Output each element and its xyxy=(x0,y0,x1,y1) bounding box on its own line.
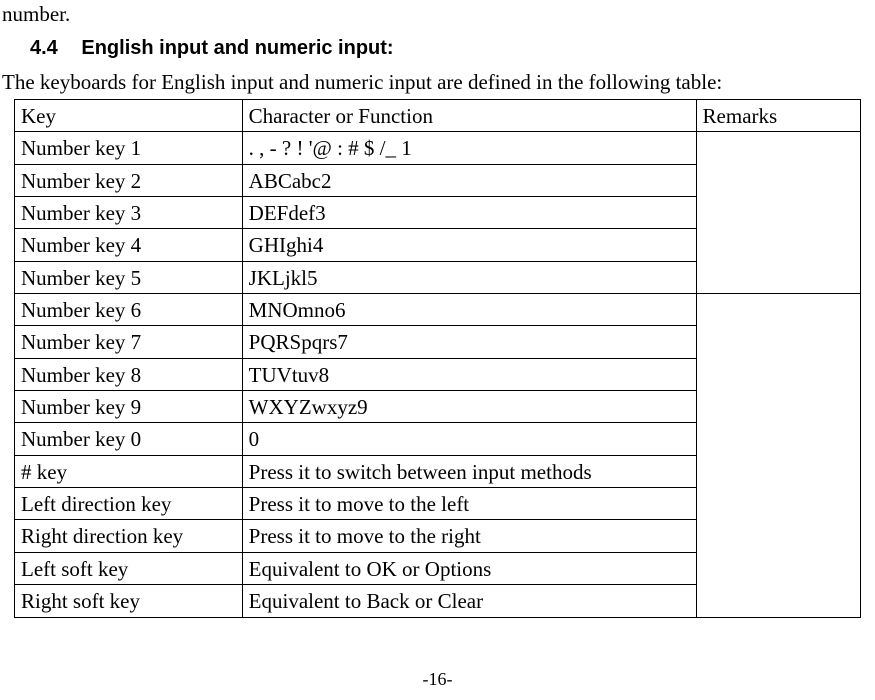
cell-key: # key xyxy=(15,455,243,487)
cell-char: DEFdef3 xyxy=(242,197,696,229)
previous-line-fragment: number. xyxy=(2,2,875,27)
cell-char: TUVtuv8 xyxy=(242,358,696,390)
table-row: Number key 6 MNOmno6 xyxy=(15,294,861,326)
cell-key: Number key 8 xyxy=(15,358,243,390)
cell-char: Press it to switch between input methods xyxy=(242,455,696,487)
cell-remarks-group1 xyxy=(696,132,860,294)
section-title: English input and numeric input: xyxy=(81,37,393,59)
cell-key: Left direction key xyxy=(15,488,243,520)
cell-key: Number key 1 xyxy=(15,132,243,164)
cell-key: Left soft key xyxy=(15,552,243,584)
cell-key: Number key 7 xyxy=(15,326,243,358)
cell-key: Number key 0 xyxy=(15,423,243,455)
table-header-row: Key Character or Function Remarks xyxy=(15,100,861,132)
cell-char: Equivalent to OK or Options xyxy=(242,552,696,584)
table-row: Number key 1 . , - ? ! '@ : # $ /_ 1 xyxy=(15,132,861,164)
cell-key: Number key 3 xyxy=(15,197,243,229)
cell-char: ABCabc2 xyxy=(242,164,696,196)
section-heading: 4.4 English input and numeric input: xyxy=(30,37,875,60)
cell-char: WXYZwxyz9 xyxy=(242,391,696,423)
keyboard-table: Key Character or Function Remarks Number… xyxy=(14,99,861,618)
cell-key: Right direction key xyxy=(15,520,243,552)
header-remarks: Remarks xyxy=(696,100,860,132)
section-number: 4.4 xyxy=(30,37,58,60)
cell-char: Press it to move to the left xyxy=(242,488,696,520)
cell-key: Number key 6 xyxy=(15,294,243,326)
cell-char: GHIghi4 xyxy=(242,229,696,261)
cell-char: Equivalent to Back or Clear xyxy=(242,585,696,617)
cell-char: PQRSpqrs7 xyxy=(242,326,696,358)
header-key: Key xyxy=(15,100,243,132)
cell-key: Number key 5 xyxy=(15,261,243,293)
cell-char: 0 xyxy=(242,423,696,455)
cell-char: MNOmno6 xyxy=(242,294,696,326)
page-number: -16- xyxy=(0,669,875,690)
cell-key: Number key 2 xyxy=(15,164,243,196)
cell-key: Right soft key xyxy=(15,585,243,617)
intro-text: The keyboards for English input and nume… xyxy=(2,70,875,95)
cell-key: Number key 9 xyxy=(15,391,243,423)
cell-char: JKLjkl5 xyxy=(242,261,696,293)
header-char: Character or Function xyxy=(242,100,696,132)
cell-char: . , - ? ! '@ : # $ /_ 1 xyxy=(242,132,696,164)
cell-key: Number key 4 xyxy=(15,229,243,261)
cell-remarks-group2 xyxy=(696,294,860,617)
cell-char: Press it to move to the right xyxy=(242,520,696,552)
